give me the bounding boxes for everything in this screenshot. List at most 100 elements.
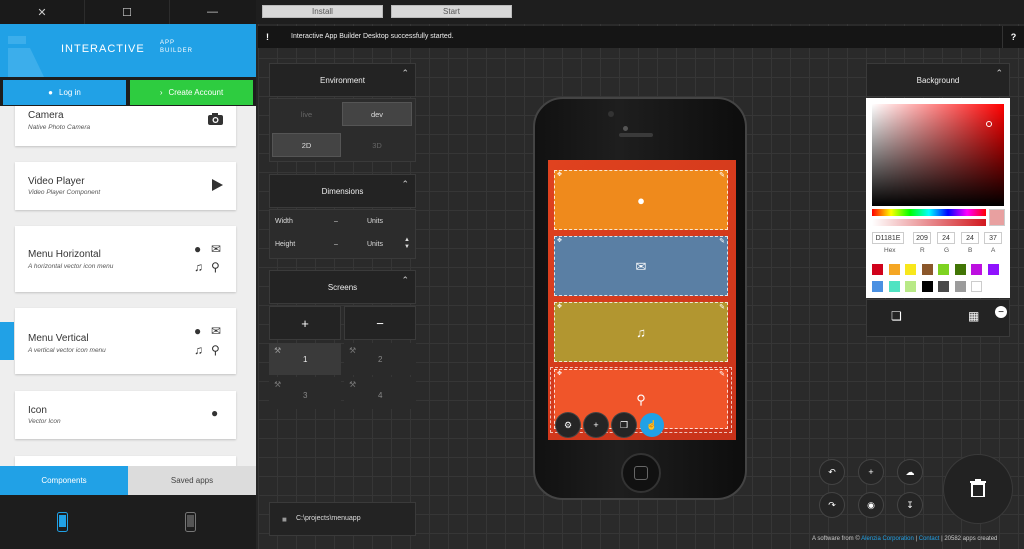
component-card-icon[interactable]: Icon Vector Icon ● — [15, 391, 236, 439]
install-button[interactable]: Install — [262, 5, 383, 18]
saturation-area[interactable] — [872, 104, 1004, 206]
color-swatch[interactable] — [954, 264, 966, 275]
width-input[interactable]: – — [334, 218, 338, 225]
env-3d-button[interactable]: 3D — [342, 133, 412, 157]
screen-thumb-1[interactable]: ⚒ 1 — [269, 343, 341, 375]
b-input[interactable]: 24 — [961, 232, 979, 244]
project-path-bar[interactable]: ■ C:\projects\menuapp — [269, 502, 416, 536]
screen-thumb-2[interactable]: ⚒ 2 — [344, 343, 416, 375]
color-swatch[interactable] — [888, 264, 900, 275]
drag-handle-icon[interactable]: ✥ — [557, 237, 562, 244]
color-swatch[interactable] — [954, 281, 966, 292]
dimensions-panel-header[interactable]: Dimensions ⌃ — [269, 174, 416, 208]
stepper-icon[interactable]: ▲ ▼ — [404, 237, 410, 251]
remove-icon[interactable]: − — [995, 306, 1007, 318]
footer-credits: A software from © Alenzia Corporation | … — [812, 536, 997, 542]
color-swatch[interactable] — [872, 264, 883, 275]
add-button[interactable]: + — [584, 413, 608, 437]
company-link[interactable]: Alenzia Corporation — [861, 536, 914, 542]
component-card-camera[interactable]: Camera Native Photo Camera — [15, 106, 236, 146]
picker-cursor[interactable] — [986, 121, 992, 127]
edit-icon[interactable]: ✎ — [719, 303, 725, 311]
home-button[interactable] — [621, 453, 661, 493]
color-swatch[interactable] — [971, 281, 982, 292]
cloud-upload-button[interactable]: ☁ — [898, 460, 922, 484]
tab-components[interactable]: Components — [0, 466, 128, 495]
status-message: Interactive App Builder Desktop successf… — [291, 33, 454, 40]
r-input[interactable]: 209 — [913, 232, 931, 244]
settings-button[interactable]: ⚙ — [556, 413, 580, 437]
image-icon[interactable]: ▦ — [968, 309, 979, 323]
chevron-up-icon[interactable]: ⌃ — [401, 179, 409, 190]
help-button[interactable]: ? — [1002, 26, 1024, 48]
screen-thumb-3[interactable]: ⚒ 3 — [269, 377, 341, 409]
undo-button[interactable]: ↶ — [820, 460, 844, 484]
height-label: Height — [275, 241, 296, 248]
card-subtitle: Video Player Component — [28, 189, 101, 196]
env-2d-button[interactable]: 2D — [272, 133, 341, 157]
maximize-window-button[interactable]: ☐ — [85, 0, 170, 24]
trash-button[interactable] — [944, 455, 1012, 523]
start-button[interactable]: Start — [391, 5, 512, 18]
env-live-button[interactable]: live — [272, 102, 341, 126]
center-button[interactable]: ◉ — [859, 493, 883, 517]
copy-button[interactable]: ❐ — [612, 413, 636, 437]
color-swatch[interactable] — [987, 264, 999, 275]
component-card-menu-horizontal[interactable]: Menu Horizontal A horizontal vector icon… — [15, 226, 236, 292]
remove-screen-button[interactable]: − — [344, 306, 416, 340]
component-card-menu-vertical[interactable]: Menu Vertical A vertical vector icon men… — [15, 308, 236, 374]
minimize-window-button[interactable]: — — [170, 0, 255, 24]
contact-link[interactable]: Contact — [919, 536, 940, 542]
alpha-slider[interactable] — [872, 219, 986, 226]
phone-device-icon[interactable] — [57, 512, 68, 532]
color-swatch[interactable] — [971, 264, 982, 275]
edit-icon[interactable]: ✎ — [719, 237, 725, 245]
color-swatch[interactable] — [921, 281, 933, 292]
chevron-up-icon[interactable]: ⌃ — [995, 68, 1003, 79]
component-list[interactable]: Camera Native Photo Camera Video Player … — [0, 106, 256, 466]
login-button[interactable]: ● Log in — [3, 80, 126, 105]
env-dev-button[interactable]: dev — [342, 102, 412, 126]
download-button[interactable]: ↧ — [898, 493, 922, 517]
color-swatch[interactable] — [938, 281, 949, 292]
drag-handle-icon[interactable]: ✥ — [557, 303, 562, 310]
tablet-device-icon[interactable] — [185, 512, 196, 532]
touch-button[interactable]: ☝ — [640, 413, 664, 437]
add-layer-icon[interactable]: ❏ — [891, 309, 902, 323]
background-panel-header[interactable]: Background ⌃ — [866, 63, 1010, 97]
create-account-button[interactable]: › Create Account — [130, 80, 253, 105]
card-subtitle: A horizontal vector icon menu — [28, 263, 114, 270]
close-window-button[interactable]: ✕ — [0, 0, 85, 24]
hue-slider[interactable] — [872, 209, 986, 216]
chevron-up-icon[interactable]: ⌃ — [401, 275, 409, 286]
edit-icon[interactable]: ✎ — [719, 171, 725, 179]
menu-tile-envelope[interactable]: ✥ ✎ ✉ — [554, 236, 728, 296]
color-swatch[interactable] — [872, 281, 883, 292]
height-input[interactable]: – — [334, 241, 338, 248]
color-swatch[interactable] — [938, 264, 949, 275]
color-swatch[interactable] — [921, 264, 933, 275]
screens-panel-header[interactable]: Screens ⌃ — [269, 270, 416, 304]
color-swatch[interactable] — [905, 281, 916, 292]
wrench-icon: ⚒ — [274, 380, 282, 389]
add-screen-button[interactable]: + — [269, 306, 341, 340]
color-swatch[interactable] — [905, 264, 916, 275]
component-card-partial[interactable] — [15, 456, 236, 466]
screen-number: 2 — [378, 355, 383, 364]
menu-tile-user[interactable]: ✥ ✎ ● — [554, 170, 728, 230]
chevron-up-icon[interactable]: ⌃ — [401, 68, 409, 79]
g-input[interactable]: 24 — [937, 232, 955, 244]
environment-panel-header[interactable]: Environment ⌃ — [269, 63, 416, 97]
zoom-in-button[interactable]: + — [859, 460, 883, 484]
screen-thumb-4[interactable]: ⚒ 4 — [344, 377, 416, 409]
component-card-video-player[interactable]: Video Player Video Player Component — [15, 162, 236, 210]
a-input[interactable]: 37 — [984, 232, 1002, 244]
color-swatch[interactable] — [888, 281, 900, 292]
menu-tile-music[interactable]: ✥ ✎ ♫ — [554, 302, 728, 362]
height-units-select[interactable]: Units — [367, 241, 383, 248]
tab-saved-apps[interactable]: Saved apps — [128, 466, 256, 495]
redo-button[interactable]: ↷ — [820, 493, 844, 517]
drag-handle-icon[interactable]: ✥ — [557, 171, 562, 178]
width-units-select[interactable]: Units — [367, 218, 383, 225]
hex-input[interactable]: D1181E — [872, 232, 904, 244]
